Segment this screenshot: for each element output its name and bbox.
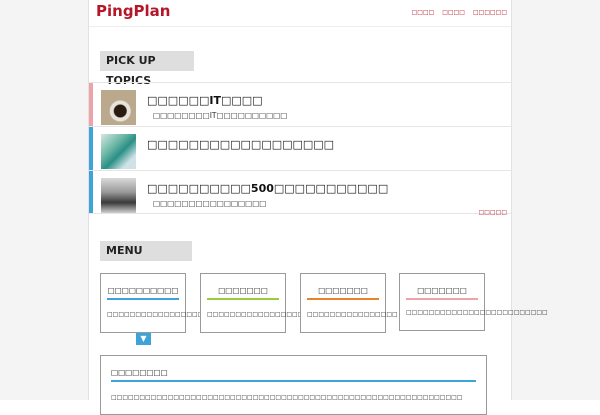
menu-card-underline (406, 298, 478, 300)
menu-card-underline (107, 298, 179, 300)
menu-card-title: □□□□□□□ (417, 286, 467, 295)
topic-accent-bar (89, 171, 93, 213)
menu-card-description: □□□□□□□□□□□□□□□□ (307, 311, 398, 318)
top-nav-link-2[interactable]: □□□□ (442, 9, 465, 16)
pickup-topics-heading: PICK UP TOPICS (100, 51, 194, 87)
topic-title[interactable]: □□□□□□□□□□□□□□□□□□ (147, 138, 334, 151)
desk-photo (101, 178, 136, 213)
menu-card-1[interactable]: □□□□□□□□□□ □□□□□□□□□□□□□□□□□□□□□□□ (100, 273, 237, 333)
topic-item-3[interactable]: □□□□□□□□□□500□□□□□□□□□□□ □□□□□□□□□□□□□□□… (89, 170, 511, 214)
menu-card-title: □□□□□□□□□□ (107, 286, 179, 295)
topic-title[interactable]: □□□□□□IT□□□□ (147, 94, 263, 107)
left-background (0, 0, 88, 400)
site-header: PingPlan □□□□ □□□□ □□□□□□ (89, 0, 511, 27)
menu-heading: MENU (100, 241, 192, 261)
panel-underline (111, 380, 476, 382)
menu-card-title: □□□□□□□ (318, 286, 368, 295)
right-background (512, 0, 600, 400)
expand-arrow-icon[interactable]: ▼ (136, 333, 151, 345)
more-topics-link[interactable]: □□□□□ (479, 209, 507, 216)
topic-accent-bar (89, 83, 93, 126)
menu-card-3[interactable]: □□□□□□□ □□□□□□□□□□□□□□□□ (300, 273, 398, 333)
topic-title[interactable]: □□□□□□□□□□500□□□□□□□□□□□ (147, 182, 388, 195)
coffee-photo (101, 90, 136, 125)
top-nav-link-1[interactable]: □□□□ (412, 9, 435, 16)
panel-title: □□□□□□□□ (111, 368, 168, 377)
site-logo[interactable]: PingPlan (96, 2, 171, 20)
leaf-photo (101, 134, 136, 169)
page-container: PingPlan □□□□ □□□□ □□□□□□ PICK UP TOPICS… (88, 0, 548, 415)
topic-subtitle: □□□□□□□□□□□□□□□□ (153, 199, 267, 208)
top-nav: □□□□ □□□□ □□□□□□ (412, 9, 507, 16)
menu-card-underline (307, 298, 379, 300)
topic-accent-bar (89, 127, 93, 170)
menu-detail-panel: □□□□□□□□ □□□□□□□□□□□□□□□□□□□□□□□□□□□□□□□… (100, 355, 487, 415)
menu-card-4[interactable]: □□□□□□□ □□□□□□□□□□□□□□□□□□□□□□□□□ (399, 273, 548, 331)
menu-card-2[interactable]: □□□□□□□ □□□□□□□□□□□□□□□□□□□□□□ (200, 273, 332, 333)
topic-item-1[interactable]: □□□□□□IT□□□□ □□□□□□□□IT□□□□□□□□□□ (89, 82, 511, 126)
menu-card-underline (207, 298, 279, 300)
topic-subtitle: □□□□□□□□IT□□□□□□□□□□ (153, 111, 288, 120)
menu-card-title: □□□□□□□ (218, 286, 268, 295)
menu-card-description: □□□□□□□□□□□□□□□□□□□□□□□□□ (406, 309, 548, 316)
topic-item-2[interactable]: □□□□□□□□□□□□□□□□□□ (89, 126, 511, 170)
topics-list: □□□□□□IT□□□□ □□□□□□□□IT□□□□□□□□□□ □□□□□□… (89, 82, 511, 214)
top-nav-link-3[interactable]: □□□□□□ (473, 9, 507, 16)
